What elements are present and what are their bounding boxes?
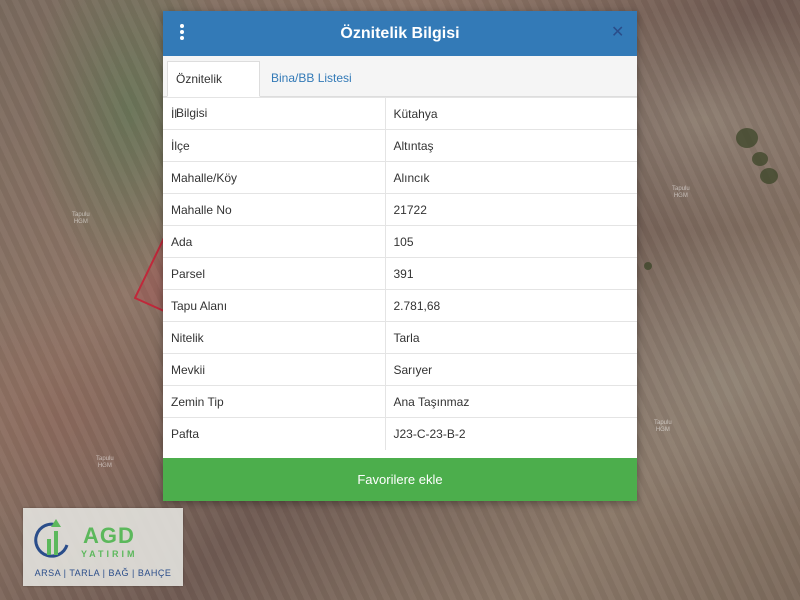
attribute-key: Zemin Tip bbox=[163, 385, 386, 418]
company-logo: AGD YATIRIM ARSA | TARLA | BAĞ | BAHÇE bbox=[23, 508, 183, 586]
tab-attribute-info[interactable]: Öznitelik Bilgisi bbox=[167, 61, 260, 120]
table-row: Tapu Alanı 2.781,68 bbox=[163, 289, 637, 322]
attribute-value: Ana Taşınmaz bbox=[385, 385, 637, 418]
table-row: Parsel 391 bbox=[163, 257, 637, 290]
agd-logo-icon bbox=[34, 519, 69, 558]
attribute-key: Mahalle/Köy bbox=[163, 161, 386, 194]
tree bbox=[760, 168, 778, 184]
table-row: İl Kütahya bbox=[163, 97, 637, 130]
dialog-header: Öznitelik Bilgisi ✕ bbox=[163, 11, 637, 56]
table-row: Pafta J23-C-23-B-2 bbox=[163, 417, 637, 450]
map-label: Tapulu HGM bbox=[672, 186, 690, 199]
attribute-value: 391 bbox=[385, 257, 637, 290]
attribute-value: 21722 bbox=[385, 193, 637, 226]
logo-subtitle: YATIRIM bbox=[81, 549, 138, 559]
table-row: Nitelik Tarla bbox=[163, 321, 637, 354]
attribute-value: Kütahya bbox=[385, 97, 637, 130]
tree bbox=[736, 128, 758, 148]
attribute-value: Altıntaş bbox=[385, 129, 637, 162]
attribute-value: Alıncık bbox=[385, 161, 637, 194]
attribute-value: 2.781,68 bbox=[385, 289, 637, 322]
logo-tagline: ARSA | TARLA | BAĞ | BAHÇE bbox=[34, 568, 172, 578]
attribute-value: 105 bbox=[385, 225, 637, 258]
add-to-favorites-button[interactable]: Favorilere ekle bbox=[163, 458, 637, 501]
attribute-key: Ada bbox=[163, 225, 386, 258]
attribute-key: Parsel bbox=[163, 257, 386, 290]
attribute-key: Pafta bbox=[163, 417, 386, 450]
close-icon[interactable]: ✕ bbox=[611, 24, 625, 42]
dialog-title: Öznitelik Bilgisi bbox=[340, 25, 460, 42]
tab-bar: Öznitelik Bilgisi Bina/BB Listesi bbox=[163, 56, 637, 120]
attribute-key: Mahalle No bbox=[163, 193, 386, 226]
table-row: İlçe Altıntaş bbox=[163, 129, 637, 162]
attribute-key: İlçe bbox=[163, 129, 386, 162]
map-label: Tapulu HGM bbox=[96, 456, 114, 469]
attribute-value: J23-C-23-B-2 bbox=[385, 417, 637, 450]
tree bbox=[644, 262, 652, 270]
tab-building-list[interactable]: Bina/BB Listesi bbox=[263, 61, 360, 96]
attribute-key: Tapu Alanı bbox=[163, 289, 386, 322]
attribute-value: Sarıyer bbox=[385, 353, 637, 386]
attribute-key: Mevkii bbox=[163, 353, 386, 386]
tree bbox=[752, 152, 768, 166]
attribute-info-dialog: Öznitelik Bilgisi ✕ Öznitelik Bilgisi Bi… bbox=[163, 11, 637, 501]
table-row: Mahalle No 21722 bbox=[163, 193, 637, 226]
table-row: Mevkii Sarıyer bbox=[163, 353, 637, 386]
map-label: Tapulu HGM bbox=[654, 420, 672, 433]
map-label: Tapulu HGM bbox=[72, 212, 90, 225]
table-row: Zemin Tip Ana Taşınmaz bbox=[163, 385, 637, 418]
attribute-key: Nitelik bbox=[163, 321, 386, 354]
logo-name: AGD bbox=[83, 523, 135, 548]
table-row: Ada 105 bbox=[163, 225, 637, 258]
attribute-table: İl Kütahya İlçe Altıntaş Mahalle/Köy Alı… bbox=[163, 97, 637, 450]
table-row: Mahalle/Köy Alıncık bbox=[163, 161, 637, 194]
attribute-value: Tarla bbox=[385, 321, 637, 354]
